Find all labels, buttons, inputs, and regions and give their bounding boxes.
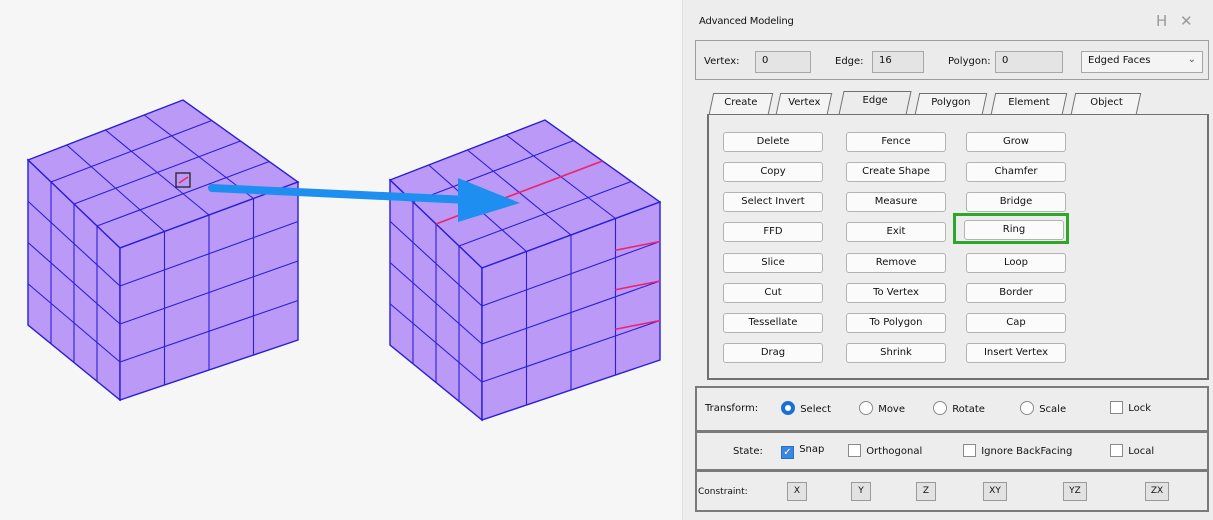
bridge-button[interactable]: Bridge	[966, 192, 1066, 212]
tessellate-button[interactable]: Tessellate	[723, 313, 823, 333]
radio-icon	[1020, 401, 1034, 415]
pin-icon[interactable]: H	[1156, 12, 1167, 30]
checkbox-icon	[1110, 444, 1123, 457]
orthogonal-checkbox[interactable]: Orthogonal	[848, 444, 922, 460]
panel-title: Advanced Modeling	[699, 16, 794, 27]
measure-button[interactable]: Measure	[846, 192, 946, 212]
check-icon: ✓	[781, 446, 794, 459]
constraint-xy-button[interactable]: XY	[983, 482, 1007, 501]
edge-count-value: 16	[872, 51, 924, 73]
chevron-down-icon: ⌄	[1187, 54, 1196, 65]
insert-vertex-button[interactable]: Insert Vertex	[966, 343, 1066, 363]
tab-vertex[interactable]: Vertex	[775, 93, 833, 114]
constraint-label: Constraint:	[698, 487, 748, 497]
fence-button[interactable]: Fence	[846, 132, 946, 152]
edge-tab-content	[707, 114, 1209, 380]
constraint-z-button[interactable]: Z	[916, 482, 936, 501]
tab-object[interactable]: Object	[1070, 93, 1142, 114]
local-checkbox[interactable]: Local	[1110, 444, 1154, 460]
constraint-zx-button[interactable]: ZX	[1145, 482, 1169, 501]
polygon-count-label: Polygon:	[948, 56, 991, 67]
remove-button[interactable]: Remove	[846, 253, 946, 273]
scene-canvas[interactable]	[0, 0, 683, 520]
display-mode-value: Edged Faces	[1088, 55, 1151, 66]
grow-button[interactable]: Grow	[966, 132, 1066, 152]
exit-button[interactable]: Exit	[846, 222, 946, 242]
loop-button[interactable]: Loop	[966, 253, 1066, 273]
tab-polygon[interactable]: Polygon	[914, 93, 988, 114]
edge-count-label: Edge:	[835, 56, 864, 67]
to-polygon-button[interactable]: To Polygon	[846, 313, 946, 333]
display-mode-select[interactable]: Edged Faces ⌄	[1081, 51, 1203, 73]
radio-icon	[859, 401, 873, 415]
ring-button[interactable]: Ring	[964, 220, 1064, 240]
transform-rotate-radio[interactable]: Rotate	[933, 401, 985, 418]
copy-button[interactable]: Copy	[723, 162, 823, 182]
cap-button[interactable]: Cap	[966, 313, 1066, 333]
cut-button[interactable]: Cut	[723, 283, 823, 303]
radio-selected-icon	[781, 401, 795, 415]
advanced-modeling-panel: Advanced Modeling H ✕ Vertex: 0 Edge: 16…	[683, 0, 1213, 520]
constraint-x-button[interactable]: X	[787, 482, 807, 501]
transform-label: Transform:	[705, 403, 759, 414]
radio-icon	[933, 401, 947, 415]
close-icon[interactable]: ✕	[1180, 12, 1193, 30]
slice-button[interactable]: Slice	[723, 253, 823, 273]
state-label: State:	[733, 446, 763, 457]
3d-viewport[interactable]	[0, 0, 683, 520]
tab-element[interactable]: Element	[990, 93, 1068, 114]
lock-checkbox[interactable]: Lock	[1110, 401, 1151, 417]
transform-move-radio[interactable]: Move	[859, 401, 905, 418]
shrink-button[interactable]: Shrink	[846, 343, 946, 363]
constraint-yz-button[interactable]: YZ	[1063, 482, 1087, 501]
drag-button[interactable]: Drag	[723, 343, 823, 363]
checkbox-icon	[848, 444, 861, 457]
vertex-count-value: 0	[755, 51, 811, 73]
to-vertex-button[interactable]: To Vertex	[846, 283, 946, 303]
snap-checkbox[interactable]: ✓ Snap	[781, 444, 824, 459]
transform-select-radio[interactable]: Select	[781, 401, 831, 418]
border-button[interactable]: Border	[966, 283, 1066, 303]
ffd-button[interactable]: FFD	[723, 222, 823, 242]
vertex-count-label: Vertex:	[704, 56, 740, 67]
constraint-group	[695, 470, 1209, 512]
create-shape-button[interactable]: Create Shape	[846, 162, 946, 182]
chamfer-button[interactable]: Chamfer	[966, 162, 1066, 182]
constraint-y-button[interactable]: Y	[851, 482, 871, 501]
checkbox-icon	[963, 444, 976, 457]
polygon-count-value: 0	[995, 51, 1063, 73]
delete-button[interactable]: Delete	[723, 132, 823, 152]
ignore-backfacing-checkbox[interactable]: Ignore BackFacing	[963, 444, 1072, 460]
transform-scale-radio[interactable]: Scale	[1020, 401, 1066, 418]
tab-edge[interactable]: Edge	[838, 91, 912, 115]
tab-create[interactable]: Create	[708, 93, 774, 114]
select-invert-button[interactable]: Select Invert	[723, 192, 823, 212]
checkbox-icon	[1110, 401, 1123, 414]
